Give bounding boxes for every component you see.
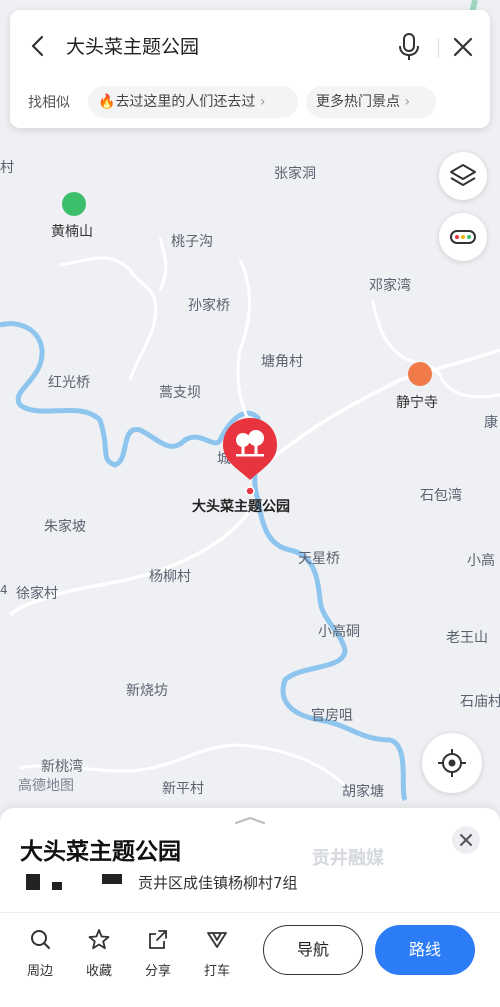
map-attribution: 高德地图 [18,778,74,794]
chips-label: 找相似 [28,95,70,111]
redacted-block [52,882,62,890]
close-icon [460,834,472,846]
nearby-button[interactable]: 周边 [18,928,62,984]
map-label: 小高硐 [318,624,360,640]
crosshair-icon [438,749,466,777]
map-label: 朱家坡 [44,519,86,535]
traffic-light-icon [450,230,476,244]
map-label: 康 [484,415,498,431]
microphone-icon[interactable] [396,32,422,62]
search-bar: 大头菜主题公园 [10,10,490,82]
selected-poi-label[interactable]: 大头菜主题公园 [192,496,290,516]
chevron-right-icon: › [400,94,411,110]
map-label[interactable]: 静宁寺 [396,392,438,412]
sheet-grabber-icon[interactable] [234,816,266,824]
map-label: 新烧坊 [126,683,168,699]
divider [0,912,500,913]
taxi-button[interactable]: 打车 [195,928,239,984]
map-label: 新桃湾 [41,759,83,775]
watermark: 贡井融媒 [312,848,384,869]
map-label: 石庙村 [460,694,500,710]
map-label: 蒿支坝 [159,385,201,401]
traffic-button[interactable] [439,213,487,261]
navigate-button[interactable]: 导航 [263,925,363,975]
map-label: 红光桥 [48,375,90,391]
map-label: 胡家塘 [342,784,384,800]
map-label: 新平村 [162,781,204,797]
map-label: 老王山 [446,630,488,646]
share-button[interactable]: 分享 [136,928,180,984]
map-label: 小高 [467,553,495,569]
map-label: 塘角村 [261,354,303,370]
chip-others-visited[interactable]: 🔥去过这里的人们还去过 › [88,86,298,118]
share-icon [149,930,167,949]
map-label: 张家洞 [274,166,316,182]
layers-button[interactable] [439,152,487,200]
sheet-close-button[interactable] [452,826,480,854]
map-label[interactable]: 黄楠山 [51,221,93,241]
route-button[interactable]: 路线 [375,925,475,975]
locate-button[interactable] [422,733,482,793]
redacted-block [102,874,122,884]
map-label: 官房咀 [311,708,353,724]
map-label: 4 [0,583,8,597]
map-label: 村 [0,160,14,176]
chevron-right-icon: › [255,94,266,110]
map-label: 邓家湾 [369,278,411,294]
place-sheet[interactable]: 大头菜主题公园 贡井融媒 贡井区成佳镇杨柳村7组 周边 收藏 分享 打车 导航 … [0,808,500,1007]
map-label: 孙家桥 [188,298,230,314]
map-label: 石包湾 [420,488,462,504]
map-label: 桃子沟 [171,234,213,250]
similar-chips: 找相似 🔥去过这里的人们还去过 › 更多热门景点 › [10,84,490,120]
place-name: 大头菜主题公园 [20,839,181,865]
divider [438,38,439,58]
map-label: 徐家村 [16,586,58,602]
layers-icon [450,164,476,186]
map-label: 天星桥 [298,551,340,567]
selected-poi-marker[interactable] [221,416,279,496]
place-address: 贡井区成佳镇杨柳村7组 [138,874,298,892]
search-card: 大头菜主题公园 找相似 🔥去过这里的人们还去过 › 更多热门景点 › [10,10,490,128]
back-icon[interactable] [28,34,48,58]
jingningsi-poi[interactable] [408,362,432,386]
map-label: 杨柳村 [149,569,191,585]
star-icon [88,929,110,950]
search-title[interactable]: 大头菜主题公园 [66,32,199,59]
search-icon [31,930,50,949]
huangnanshan-poi[interactable] [62,192,86,216]
favorite-button[interactable]: 收藏 [77,928,121,984]
taxi-icon [207,932,227,948]
redacted-block [26,874,40,890]
chip-more-attractions[interactable]: 更多热门景点 › [306,86,436,118]
tree-pin-icon [223,418,277,496]
close-icon[interactable] [452,36,474,58]
fire-icon: 🔥 [98,94,116,110]
